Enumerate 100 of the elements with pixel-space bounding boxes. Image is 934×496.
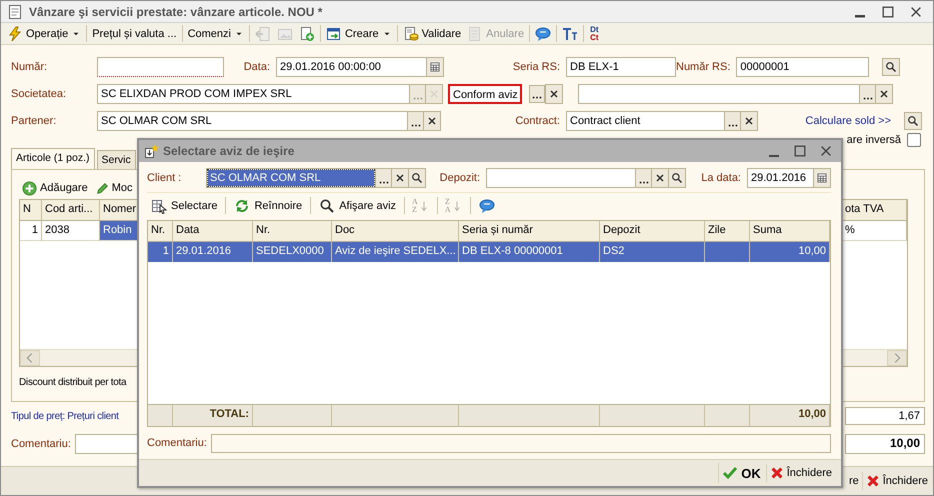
debit-credit-button[interactable]: Dt Ct [586, 24, 603, 43]
calendar-button[interactable] [426, 58, 443, 76]
search-button[interactable] [668, 169, 685, 187]
browse-button[interactable] [529, 84, 545, 102]
calculate-balance-link[interactable]: Calculare sold >> [758, 114, 897, 126]
field-label: Data: [242, 60, 271, 72]
tab[interactable]: Articole (1 poz.) [11, 148, 95, 169]
footer-button[interactable]: re [848, 473, 860, 489]
clear-button[interactable] [391, 169, 408, 187]
minimize-icon [855, 15, 865, 18]
input-field[interactable]: DB ELX-1 [566, 56, 676, 76]
ok-button[interactable]: OK [718, 463, 764, 483]
field-label: La data: [700, 172, 742, 184]
close-icon [909, 4, 923, 18]
calendar-icon [816, 172, 828, 184]
x-icon [743, 114, 755, 126]
price-type-link[interactable]: Tipul de preț: Prețuri client [11, 410, 119, 422]
refresh-icon [234, 198, 250, 214]
maximize-icon [793, 144, 807, 158]
search-button[interactable] [408, 169, 425, 187]
toolbar-button[interactable]: Prețul și valuta ... [89, 24, 180, 43]
field-label: Partener: [11, 114, 58, 126]
discount-note: Discount distribuit per tota [19, 377, 126, 388]
browse-button[interactable] [859, 84, 875, 102]
browse-button[interactable] [407, 112, 423, 130]
column-header[interactable]: N [20, 200, 42, 220]
comment-field[interactable] [210, 434, 831, 452]
ellipsis-icon [862, 96, 872, 100]
minimize-icon [769, 154, 779, 157]
table-cell: SEDELX0000 [253, 242, 332, 262]
search-icon [885, 60, 898, 72]
ellipsis-icon [532, 96, 542, 98]
column-header[interactable]: Suma [750, 221, 830, 241]
menu-button[interactable]: Comenzi [184, 24, 247, 43]
calendar-button[interactable] [813, 169, 830, 187]
clear-button[interactable] [651, 169, 668, 187]
field-label: Contract: [514, 114, 561, 126]
input-field[interactable]: Conform aviz [448, 84, 522, 104]
x-icon [394, 172, 406, 184]
toolbar-button[interactable]: Moc [96, 182, 132, 194]
column-header[interactable]: Nr. [148, 221, 173, 241]
menu-button[interactable]: Creare [322, 24, 395, 43]
checkbox-label: are inversă [846, 134, 901, 146]
search-button[interactable] [882, 58, 900, 76]
calendar-icon [429, 60, 441, 72]
browse-button[interactable] [375, 169, 391, 187]
close-window-button[interactable]: Închidere [862, 472, 931, 490]
input-field[interactable]: 29.01.2016 00:00:00 [276, 56, 444, 76]
ellipsis-icon [412, 96, 422, 100]
browse-button[interactable] [635, 169, 651, 187]
pencil-icon [96, 182, 109, 194]
column-header[interactable]: Zile [705, 221, 750, 241]
column-header[interactable]: Depozit [600, 221, 705, 241]
toolbar-button[interactable]: Reînnoire [230, 197, 306, 214]
input-field[interactable]: SC OLMAR COM SRL [206, 168, 426, 188]
column-header[interactable]: Seria și număr [459, 221, 600, 241]
clear-button[interactable] [875, 84, 892, 102]
browse-button[interactable] [724, 112, 740, 130]
document-plus-icon [298, 26, 315, 42]
toolbar-button[interactable]: Adăugare [22, 180, 88, 196]
checkbox[interactable] [907, 133, 921, 147]
field-label: Număr: [11, 60, 48, 72]
input-field[interactable]: SC OLMAR COM SRL [97, 110, 441, 130]
toolbar-button[interactable]: Selectare [147, 197, 222, 214]
menu-button[interactable]: Operație [4, 24, 84, 43]
column-header[interactable]: Cod arti... [42, 200, 100, 220]
close-icon [819, 144, 833, 158]
tab[interactable]: Servic [96, 150, 136, 169]
input-field[interactable]: Contract client [566, 110, 758, 130]
clear-button[interactable] [740, 112, 757, 130]
x-mark-icon [770, 466, 784, 480]
document-coins-icon [402, 26, 419, 42]
input-field[interactable] [97, 56, 224, 76]
close-window-button[interactable]: Închidere [766, 464, 835, 482]
toolbar-button[interactable]: Validare [400, 24, 464, 43]
clear-button[interactable] [423, 112, 440, 130]
search-button[interactable] [904, 112, 922, 130]
x-icon [548, 88, 560, 100]
table-cursor-icon [151, 198, 167, 214]
column-header[interactable]: Nr. [253, 221, 332, 241]
clear-button[interactable] [545, 84, 563, 104]
field-label: Depozit: [438, 172, 481, 184]
search-icon [411, 172, 423, 184]
table-cell: Aviz de ieşire SEDELX... [332, 242, 459, 262]
table-cell: 1 [148, 242, 173, 262]
column-header[interactable]: Doc [332, 221, 459, 241]
field-label: Număr RS: [676, 60, 732, 72]
input-field[interactable] [486, 168, 686, 188]
input-field[interactable]: 29.01.2016 [747, 168, 831, 188]
input-field[interactable] [578, 84, 893, 104]
field-label: Seria RS: [512, 60, 561, 72]
table-row[interactable]: 1 29.01.2016 SEDELX0000 Aviz de ieşire SEDELX... DB ELX-8 00000001 DS2 10,00 [148, 242, 830, 262]
speech-bubble-icon [478, 198, 495, 214]
ellipsis-icon [638, 181, 648, 184]
input-field[interactable]: 00000001 [736, 56, 870, 76]
table-cell: 10,00 [750, 242, 830, 262]
document-arrow-icon [254, 26, 271, 42]
toolbar-button[interactable]: Afişare aviz [315, 197, 400, 214]
field-label: Societatea: [11, 88, 68, 100]
column-header[interactable]: Data [173, 221, 253, 241]
